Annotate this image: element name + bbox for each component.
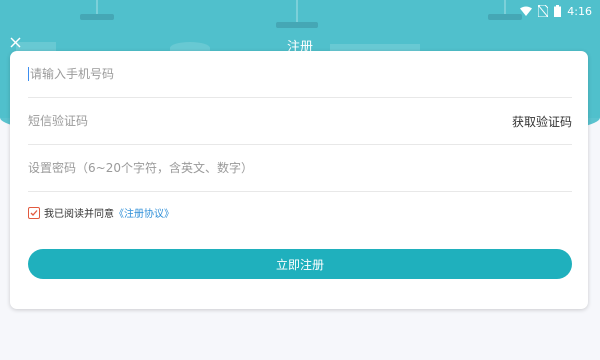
- status-time: 4:16: [567, 4, 592, 18]
- register-form-card: 获取验证码 我已阅读并同意 《注册协议》 立即注册: [10, 51, 588, 309]
- no-sim-icon: [538, 5, 549, 17]
- status-bar: 4:16: [0, 0, 600, 22]
- text-caret: [28, 67, 29, 81]
- agreement-row: 我已阅读并同意 《注册协议》: [28, 205, 174, 220]
- checkmark-icon: [30, 209, 38, 216]
- sms-code-field: 获取验证码: [28, 98, 572, 145]
- password-field: [28, 145, 572, 192]
- ceiling-lamp-decoration: [276, 22, 318, 28]
- register-button[interactable]: 立即注册: [28, 249, 572, 279]
- wifi-icon: [520, 6, 533, 16]
- sms-code-input[interactable]: [28, 114, 512, 128]
- get-sms-code-button[interactable]: 获取验证码: [512, 113, 572, 130]
- agreement-link[interactable]: 《注册协议》: [114, 205, 174, 220]
- agreement-checkbox[interactable]: [28, 206, 40, 219]
- phone-field: [28, 51, 572, 98]
- battery-icon: [554, 5, 562, 17]
- password-input[interactable]: [28, 161, 572, 175]
- agreement-text: 我已阅读并同意: [44, 209, 114, 220]
- phone-input[interactable]: [30, 67, 572, 81]
